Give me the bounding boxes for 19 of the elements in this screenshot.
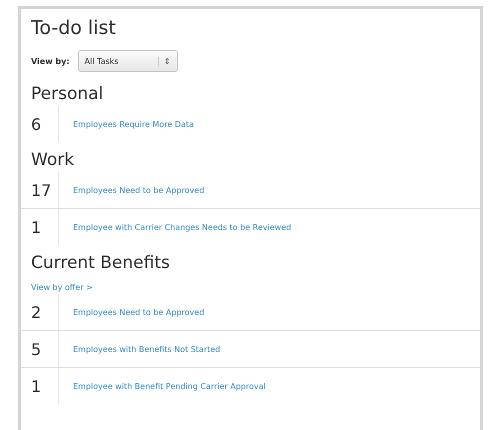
section-heading: Current Benefits [30, 252, 171, 275]
task-count: 5 [21, 331, 59, 367]
task-link[interactable]: Employees with Benefits Not Started [59, 344, 220, 354]
task-link[interactable]: Employee with Benefit Pending Carrier Approval [59, 382, 266, 390]
task-count: 2 [21, 294, 59, 330]
task-count: 1 [21, 209, 59, 245]
view-by-select[interactable]: All Tasks ⇕ [78, 50, 178, 72]
view-by-offer-link[interactable]: View by offer > [21, 277, 93, 294]
section-heading: Personal [30, 83, 104, 106]
task-count: 17 [21, 172, 59, 208]
task-count: 1 [21, 368, 59, 404]
section-heading: Work [30, 149, 76, 172]
task-link[interactable]: Employees Need to be Approved [59, 186, 204, 194]
panel-title: To-do list [30, 16, 117, 41]
task-link[interactable]: Employee with Carrier Changes Needs to be Reviewed [59, 222, 292, 232]
view-by-label: View by: [31, 56, 70, 66]
task-link[interactable]: Employees Require More Data [59, 120, 194, 128]
task-link[interactable]: Employees Need to be Approved [59, 308, 204, 316]
task-count: 6 [21, 106, 59, 142]
